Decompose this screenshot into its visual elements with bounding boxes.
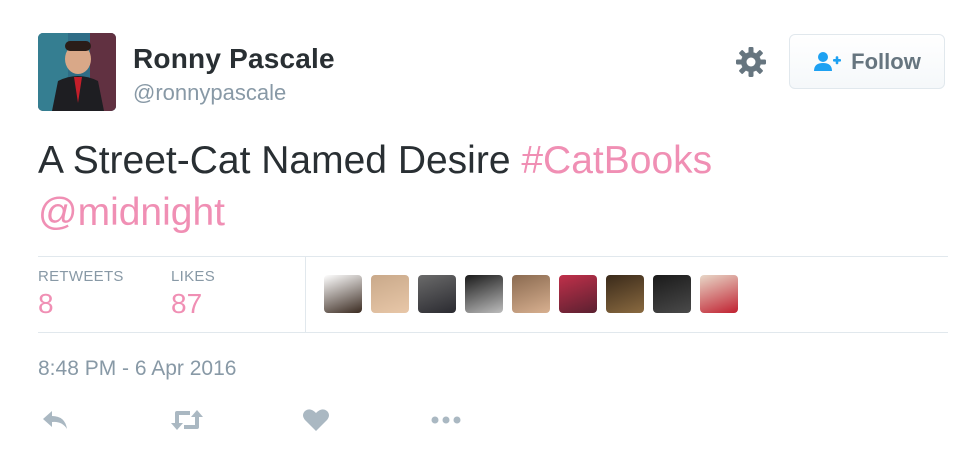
- liker-avatar-6[interactable]: [559, 275, 597, 313]
- liker-avatar-8[interactable]: [653, 275, 691, 313]
- tweet-body: A Street-Cat Named Desire: [38, 139, 522, 182]
- display-name[interactable]: Ronny Pascale: [133, 43, 335, 75]
- stats-vertical-divider: [305, 257, 306, 332]
- person-add-icon: [814, 51, 842, 71]
- follow-button-label: Follow: [851, 48, 921, 74]
- mention-link[interactable]: @midnight: [38, 191, 225, 234]
- user-handle[interactable]: @ronnypascale: [133, 80, 286, 106]
- hashtag-link[interactable]: #CatBooks: [521, 139, 712, 182]
- liker-avatar-2[interactable]: [371, 275, 409, 313]
- likes-count[interactable]: 87: [171, 288, 202, 320]
- user-avatar-image: [38, 33, 116, 111]
- retweet-icon[interactable]: [170, 405, 204, 435]
- liker-avatar-7[interactable]: [606, 275, 644, 313]
- follow-button[interactable]: Follow: [789, 34, 945, 89]
- stats-bottom-divider: [38, 332, 948, 333]
- liker-avatar-9[interactable]: [700, 275, 738, 313]
- retweets-count[interactable]: 8: [38, 288, 54, 320]
- user-avatar[interactable]: [38, 33, 116, 111]
- liker-avatar-5[interactable]: [512, 275, 550, 313]
- heart-icon[interactable]: [299, 405, 333, 435]
- tweet-text: A Street-Cat Named Desire #CatBooks @mid…: [38, 135, 938, 239]
- gear-icon[interactable]: [733, 44, 769, 80]
- more-dots-icon[interactable]: [429, 405, 463, 435]
- tweet-timestamp[interactable]: 8:48 PM - 6 Apr 2016: [38, 357, 236, 381]
- stats-top-divider: [38, 256, 948, 257]
- liker-avatar-3[interactable]: [418, 275, 456, 313]
- retweets-label: RETWEETS: [38, 268, 124, 285]
- reply-icon[interactable]: [38, 405, 72, 435]
- liker-avatar-4[interactable]: [465, 275, 503, 313]
- likes-label: LIKES: [171, 268, 216, 285]
- liker-avatar-1[interactable]: [324, 275, 362, 313]
- likers-avatars: [324, 275, 738, 313]
